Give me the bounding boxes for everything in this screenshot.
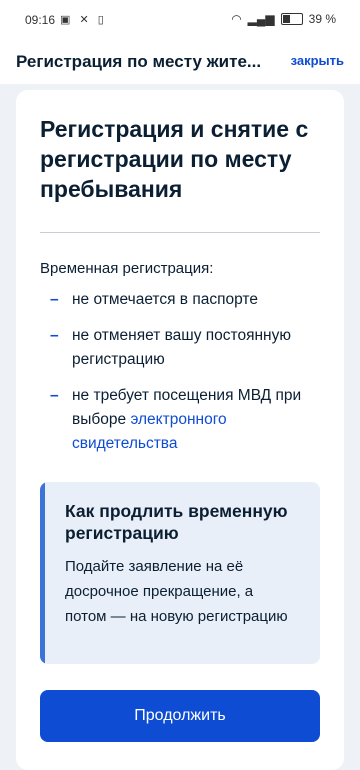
list-item: – не требует посещения МВД при выборе эл…	[40, 384, 326, 456]
status-time: 09:16	[25, 13, 56, 27]
info-text: Подайте заявление на её досрочное прекра…	[65, 558, 288, 625]
list-item: – не отмечается в паспорте	[40, 288, 326, 312]
divider	[40, 232, 320, 233]
dash-icon: –	[50, 291, 59, 308]
page-title: Регистрация по месту жите...	[16, 52, 262, 71]
dash-icon: –	[50, 327, 59, 344]
status-bar: 09:16 ▣ ✕ ▯ ◠ ▂▄▆ 39 %	[0, 0, 360, 40]
bullet-text: не отменяет вашу постоянную регистрацию	[72, 327, 291, 368]
bullet-list: – не отмечается в паспорте – не отменяет…	[40, 288, 326, 468]
app-header: Регистрация по месту жите... закрыть	[0, 40, 360, 84]
battery-icon	[280, 13, 303, 25]
bullet-text: не отмечается в паспорте	[72, 291, 258, 308]
signal-icon: ▂▄▆	[247, 12, 275, 26]
notification-icons: ▣ ✕ ▯	[60, 14, 107, 26]
list-item: – не отменяет вашу постоянную регистраци…	[40, 324, 326, 372]
continue-button[interactable]: Продолжить	[40, 690, 320, 742]
card-title: Регистрация и снятие с регистрации по ме…	[40, 116, 309, 202]
content-card: Регистрация и снятие с регистрации по ме…	[16, 90, 344, 770]
info-box: Как продлить временную регистрацию Подай…	[40, 482, 320, 664]
intro-text: Временная регистрация:	[40, 260, 214, 277]
status-right: ◠ ▂▄▆ 39 %	[231, 12, 336, 26]
battery-percent: 39 %	[308, 12, 336, 26]
info-accent-bar	[40, 482, 45, 664]
wifi-icon: ◠	[231, 12, 242, 26]
dash-icon: –	[50, 387, 59, 404]
close-link[interactable]: закрыть	[291, 53, 344, 68]
info-title: Как продлить временную регистрацию	[65, 501, 288, 543]
